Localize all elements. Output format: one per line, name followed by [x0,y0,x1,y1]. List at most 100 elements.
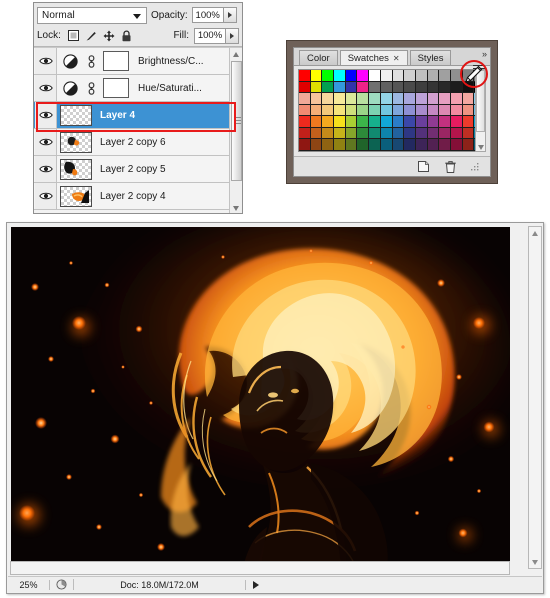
opacity-input[interactable]: 100% [191,7,224,23]
swatch-cell[interactable] [439,81,451,93]
swatch-cell[interactable] [380,139,393,151]
layer-list[interactable]: Brightness/C... Hue/Saturati... Layer 4 Lay… [34,47,242,213]
resize-grip-icon[interactable] [471,162,480,171]
swatch-cell[interactable] [310,81,323,93]
swatch-cell[interactable] [334,70,346,82]
swatch-cell[interactable] [415,70,428,82]
swatch-cell[interactable] [380,70,393,82]
swatch-cell[interactable] [392,116,405,128]
swatch-cell[interactable] [462,93,475,105]
swatch-cell[interactable] [392,139,405,151]
swatch-cell[interactable] [427,127,440,139]
swatch-cell[interactable] [380,104,393,116]
swatch-cell[interactable] [439,139,451,151]
layer-row-4[interactable]: Layer 2 copy 5 [34,156,229,183]
swatch-cell[interactable] [357,70,370,82]
layers-scrollbar-thumb[interactable] [231,61,242,181]
swatch-cell[interactable] [462,127,475,139]
lock-all-icon[interactable] [121,29,132,42]
swatch-cell[interactable] [392,81,405,93]
adjustment-layer-icon[interactable] [57,53,83,69]
document-preview-icon[interactable] [50,579,74,590]
swatch-cell[interactable] [404,116,416,128]
swatch-cell[interactable] [357,104,370,116]
close-icon[interactable]: ✕ [393,54,400,63]
swatch-cell[interactable] [427,70,440,82]
swatch-cell[interactable] [322,104,335,116]
swatch-cell[interactable] [404,150,416,151]
layer-row-2[interactable]: Layer 4 [34,102,229,129]
artwork-canvas[interactable] [11,227,510,568]
swatch-cell[interactable] [404,127,416,139]
swatch-cell[interactable] [299,104,311,116]
collapse-panel-icon[interactable]: » [482,49,487,59]
canvas-vertical-scrollbar[interactable] [528,226,542,569]
swatch-cell[interactable] [322,93,335,105]
swatch-cell[interactable] [450,127,463,139]
scroll-down-arrow-icon[interactable] [478,145,484,150]
swatch-cell[interactable] [345,116,358,128]
tab-color[interactable]: Color [299,50,338,65]
scroll-down-arrow-icon[interactable] [230,202,242,213]
swatch-cell[interactable] [345,139,358,151]
swatch-cell[interactable] [310,116,323,128]
swatch-cell[interactable] [345,81,358,93]
status-menu-arrow-icon[interactable] [246,580,266,589]
swatch-cell[interactable] [345,127,358,139]
swatch-cell[interactable] [392,127,405,139]
layer-mask-thumbnail[interactable] [99,78,133,98]
swatch-cell[interactable] [380,150,393,151]
swatch-cell[interactable] [392,93,405,105]
opacity-stepper[interactable] [223,7,237,23]
swatches-grid[interactable] [298,69,486,152]
swatch-cell[interactable] [357,81,370,93]
swatch-cell[interactable] [357,150,370,151]
lock-image-pixels-icon[interactable] [85,30,97,42]
swatch-cell[interactable] [462,139,475,151]
swatch-cell[interactable] [345,70,358,82]
swatch-cell[interactable] [415,116,428,128]
layer-thumbnail[interactable] [57,185,95,207]
swatch-cell[interactable] [415,93,428,105]
swatch-cell[interactable] [299,93,311,105]
canvas-horizontal-scrollbar[interactable] [10,561,510,575]
swatch-cell[interactable] [299,70,311,82]
tab-swatches[interactable]: Swatches ✕ [339,50,408,65]
swatch-cell[interactable] [439,116,451,128]
blend-mode-select[interactable]: Normal [37,6,147,24]
swatch-cell[interactable] [369,127,381,139]
swatch-cell[interactable] [299,127,311,139]
layer-visibility-toggle[interactable] [35,48,57,74]
layer-mask-link-icon[interactable] [83,81,99,95]
swatch-cell[interactable] [310,70,323,82]
swatch-cell[interactable] [415,104,428,116]
swatch-cell[interactable] [334,93,346,105]
swatch-cell[interactable] [392,150,405,151]
scroll-down-arrow-icon[interactable] [529,556,541,568]
swatch-cell[interactable] [322,127,335,139]
swatch-cell[interactable] [427,104,440,116]
swatch-cell[interactable] [299,81,311,93]
swatch-cell[interactable] [392,104,405,116]
swatch-cell[interactable] [404,70,416,82]
swatch-cell[interactable] [450,116,463,128]
swatch-cell[interactable] [415,150,428,151]
adjustment-layer-icon[interactable] [57,80,83,96]
trash-icon[interactable] [444,160,457,174]
swatch-cell[interactable] [369,150,381,151]
layer-row-5[interactable]: Layer 2 copy 4 [34,183,229,210]
swatch-cell[interactable] [310,127,323,139]
swatch-cell[interactable] [380,116,393,128]
layer-row-1[interactable]: Hue/Saturati... [34,75,229,102]
fill-input[interactable]: 100% [194,27,226,44]
swatch-cell[interactable] [462,104,475,116]
swatch-cell[interactable] [404,93,416,105]
zoom-level-input[interactable]: 25% [8,579,50,590]
swatch-cell[interactable] [380,127,393,139]
swatch-cell[interactable] [450,93,463,105]
swatch-cell[interactable] [299,116,311,128]
layer-thumbnail[interactable] [57,131,95,153]
swatch-cell[interactable] [310,139,323,151]
swatch-cell[interactable] [369,70,381,82]
layer-visibility-toggle[interactable] [35,75,57,101]
